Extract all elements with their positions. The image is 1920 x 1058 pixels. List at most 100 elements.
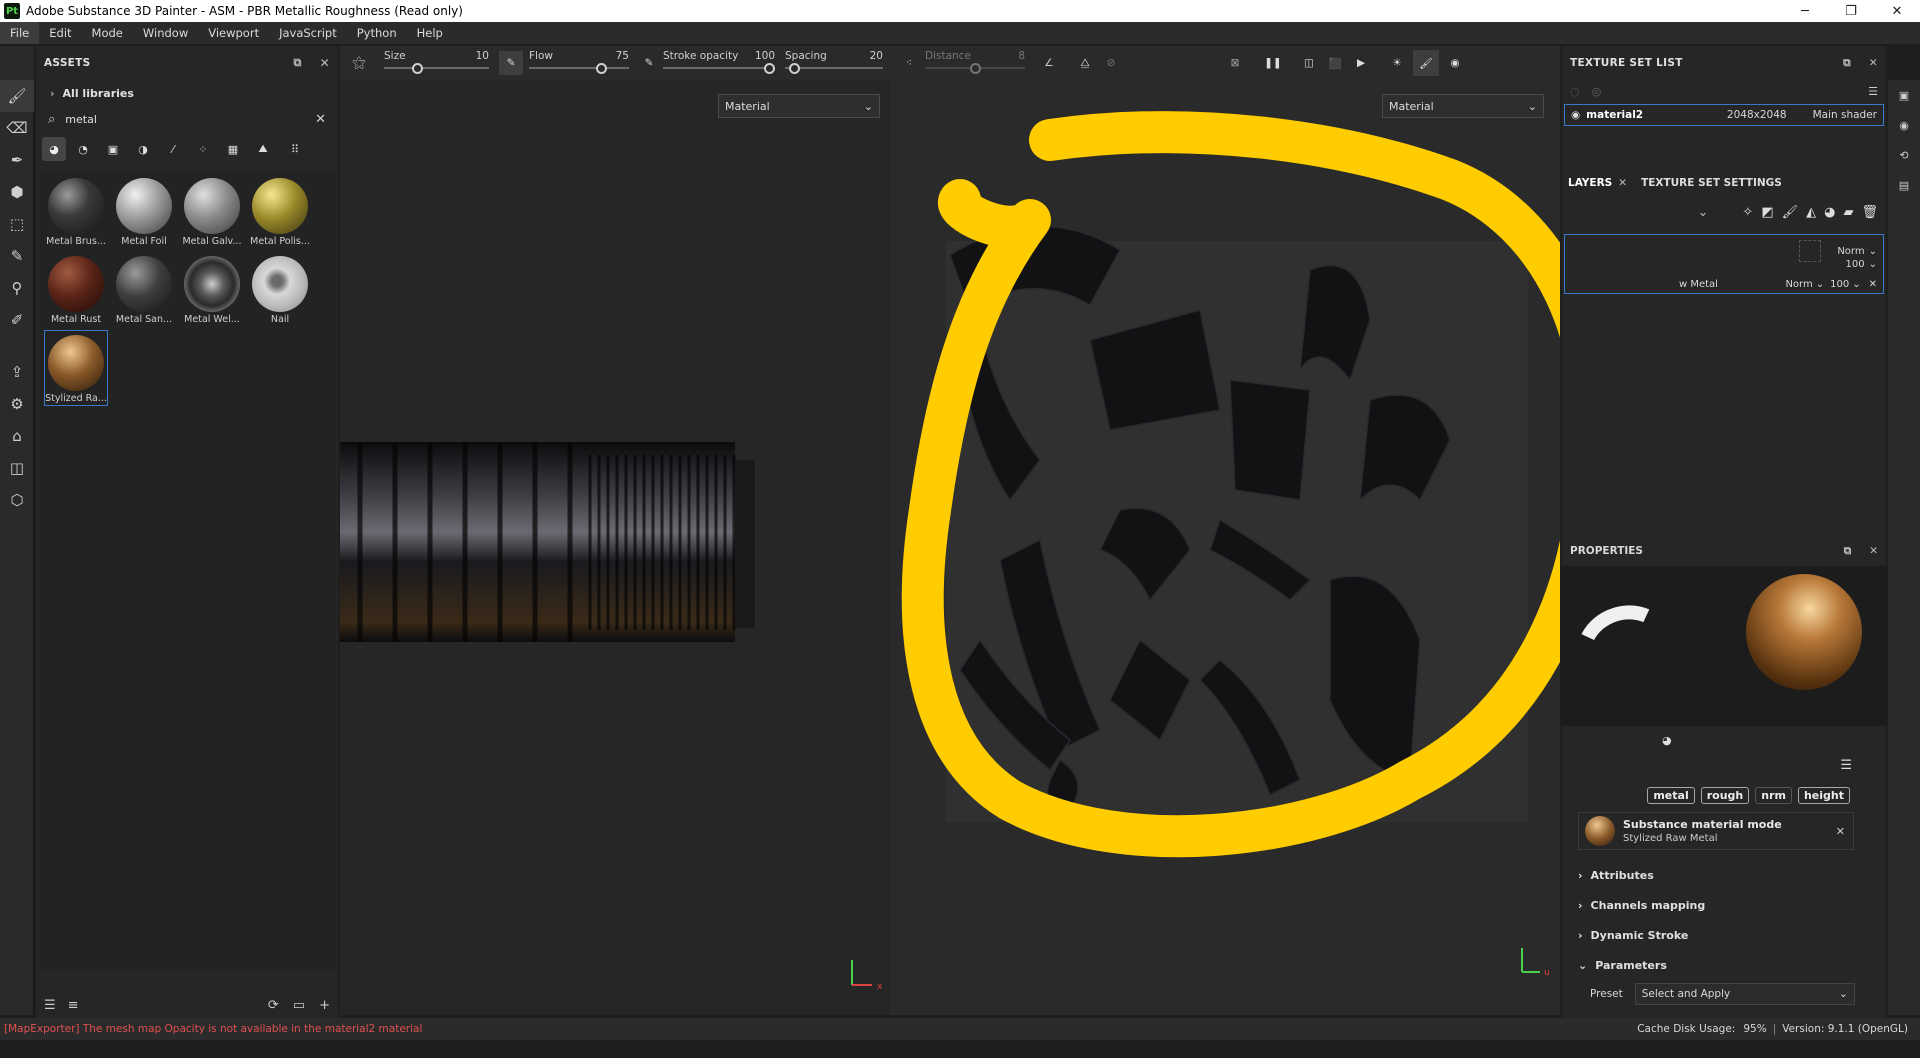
pause-icon[interactable]: ❚❚ (1261, 57, 1285, 69)
clone-tool-icon[interactable]: ⚲ (0, 272, 34, 304)
tab-layers[interactable]: LAYERS (1562, 177, 1618, 189)
screenshot-icon[interactable]: ◉ (1443, 57, 1467, 69)
remove-layer-icon[interactable]: ✕ (1869, 279, 1877, 290)
section-attributes[interactable]: › Attributes (1562, 860, 1886, 890)
distance-slider-handle[interactable] (969, 63, 981, 74)
angle-icon[interactable]: ∠ (1037, 57, 1061, 69)
export-icon[interactable]: ⇪ (0, 356, 34, 388)
search-input[interactable]: metal (65, 113, 315, 126)
channel-nrm[interactable]: nrm (1755, 786, 1792, 804)
geometry-fill-tool-icon[interactable]: ⬢ (0, 176, 34, 208)
masks-filter-icon[interactable]: ▣ (100, 143, 126, 156)
list-settings-icon[interactable]: ☰ (44, 998, 56, 1013)
add-folder-icon[interactable]: ▰ (1843, 205, 1853, 220)
3d-view-icon[interactable]: ⬛ (1323, 57, 1347, 70)
split-view-icon[interactable]: ◫ (1297, 57, 1321, 69)
brush-preset-icon[interactable]: ⚝ (344, 55, 374, 71)
filters-filter-icon[interactable]: ◑ (130, 143, 156, 156)
size-slider-handle[interactable] (412, 63, 424, 74)
asset-item[interactable]: Metal Rust (44, 252, 108, 328)
materials-filter-icon[interactable]: ◕ (42, 137, 66, 161)
lighting-icon[interactable]: ☀ (1385, 57, 1409, 69)
share-icon[interactable]: ⌂ (0, 420, 34, 452)
close-panel-icon[interactable]: ✕ (1869, 545, 1878, 557)
add-asset-icon[interactable]: + (319, 998, 330, 1013)
channel-rough[interactable]: rough (1700, 786, 1750, 804)
add-paint-layer-icon[interactable]: 🖌 (1782, 205, 1799, 220)
brushes-filter-icon[interactable]: ⁄ (160, 143, 186, 156)
polygon-fill-tool-icon[interactable]: ⬚ (0, 208, 34, 240)
menu-viewport[interactable]: Viewport (198, 22, 269, 44)
color-picker-tool-icon[interactable]: ✐ (0, 304, 34, 336)
asset-item[interactable]: Metal Galv... (180, 174, 244, 250)
menu-help[interactable]: Help (407, 22, 453, 44)
spacing-slider-handle[interactable] (789, 63, 801, 74)
flow-slider[interactable]: Flow 75 (529, 48, 629, 78)
log-icon[interactable]: ▤ (1888, 170, 1920, 200)
refresh-icon[interactable]: ⟳ (268, 998, 279, 1013)
menu-mode[interactable]: Mode (82, 22, 133, 44)
eye-icon[interactable]: ◎ (1592, 85, 1602, 98)
asset-item[interactable]: Metal San... (112, 252, 176, 328)
preset-dropdown[interactable]: Select and Apply ⌄ (1634, 983, 1855, 1005)
symmetry-off-icon[interactable]: ⊘ (1099, 57, 1123, 69)
viewport-2d[interactable]: Material ⌄ u (890, 80, 1560, 1015)
bake-icon[interactable]: ⚙ (0, 388, 34, 420)
close-panel-icon[interactable]: ✕ (1869, 57, 1878, 69)
display-settings-icon[interactable]: ▣ (1888, 80, 1920, 110)
viewport-3d[interactable]: Material ⌄ x (340, 80, 890, 1015)
menu-javascript[interactable]: JavaScript (269, 22, 347, 44)
spacing-slider[interactable]: Spacing 20 (785, 48, 883, 78)
material-mode-card[interactable]: Substance material mode Stylized Raw Met… (1578, 812, 1854, 850)
asset-item[interactable]: Metal Foil (112, 174, 176, 250)
channel-metal[interactable]: metal (1647, 786, 1695, 804)
section-parameters[interactable]: ⌄ Parameters (1562, 950, 1886, 980)
textures-filter-icon[interactable]: ▦ (220, 143, 246, 156)
layer-blend-mode[interactable]: Norm (1785, 279, 1812, 290)
delete-layer-icon[interactable]: 🗑 (1861, 205, 1878, 220)
minimize-button[interactable]: ─ (1782, 0, 1828, 22)
undock-icon[interactable]: ⧉ (1843, 57, 1851, 70)
stroke-opacity-slider-handle[interactable] (764, 63, 775, 74)
undock-icon[interactable]: ⧉ (1844, 545, 1852, 558)
close-panel-icon[interactable]: ✕ (320, 56, 330, 70)
asset-item[interactable]: Metal Brus... (44, 174, 108, 250)
paint-mode-icon[interactable]: 🖌 (1413, 50, 1439, 76)
distance-slider[interactable]: Distance 8 (925, 48, 1025, 78)
symmetry-icon[interactable]: ⧋ (1073, 57, 1097, 70)
properties-options-icon[interactable]: ☰ (1562, 758, 1886, 782)
asset-item[interactable]: Nail (248, 252, 312, 328)
environments-filter-icon[interactable]: ⛰ (250, 142, 276, 156)
plugin-icon[interactable]: ⬡ (0, 484, 34, 516)
camera-icon[interactable]: ▶ (1349, 57, 1373, 69)
channel-height[interactable]: height (1797, 786, 1850, 804)
grid-view-icon[interactable]: ⠿ (280, 143, 310, 156)
add-mask-icon[interactable]: ◩ (1761, 205, 1773, 220)
menu-window[interactable]: Window (133, 22, 198, 44)
add-effect-icon[interactable]: ✧ (1742, 205, 1753, 220)
asset-item[interactable]: Metal Polis... (248, 174, 312, 250)
shader-settings-icon[interactable]: ◉ (1888, 110, 1920, 140)
asset-item[interactable]: Metal Wel... (180, 252, 244, 328)
clear-search-icon[interactable]: ✕ (315, 112, 326, 127)
hide-ui-icon[interactable]: ⊠ (1223, 57, 1247, 69)
flow-slider-handle[interactable] (595, 63, 607, 74)
projection-tool-icon[interactable]: ✒ (0, 144, 34, 176)
maximize-button[interactable]: ❐ (1828, 0, 1874, 22)
particles-filter-icon[interactable]: ⁘ (190, 143, 216, 156)
menu-file[interactable]: File (0, 22, 40, 44)
close-button[interactable]: ✕ (1874, 0, 1920, 22)
eraser-tool-icon[interactable]: ⌫ (0, 112, 34, 144)
smudge-tool-icon[interactable]: ✎ (0, 240, 34, 272)
history-icon[interactable]: ⟲ (1888, 140, 1920, 170)
close-tab-icon[interactable]: ✕ (1618, 177, 1627, 189)
folder-icon[interactable]: ▭ (293, 998, 305, 1013)
tab-texture-set-settings[interactable]: TEXTURE SET SETTINGS (1641, 177, 1782, 189)
add-smart-material-icon[interactable]: ◕ (1824, 205, 1835, 220)
eye-icon[interactable]: ◉ (1571, 109, 1580, 121)
stroke-opacity-slider[interactable]: Stroke opacity 100 (663, 48, 775, 78)
library-breadcrumb[interactable]: › All libraries (36, 80, 338, 106)
texture-set-row[interactable]: ◉ material2 2048x2048 Main shader (1564, 104, 1884, 126)
section-dynamic-stroke[interactable]: › Dynamic Stroke (1562, 920, 1886, 950)
list-options-icon[interactable]: ☰ (1868, 85, 1878, 98)
